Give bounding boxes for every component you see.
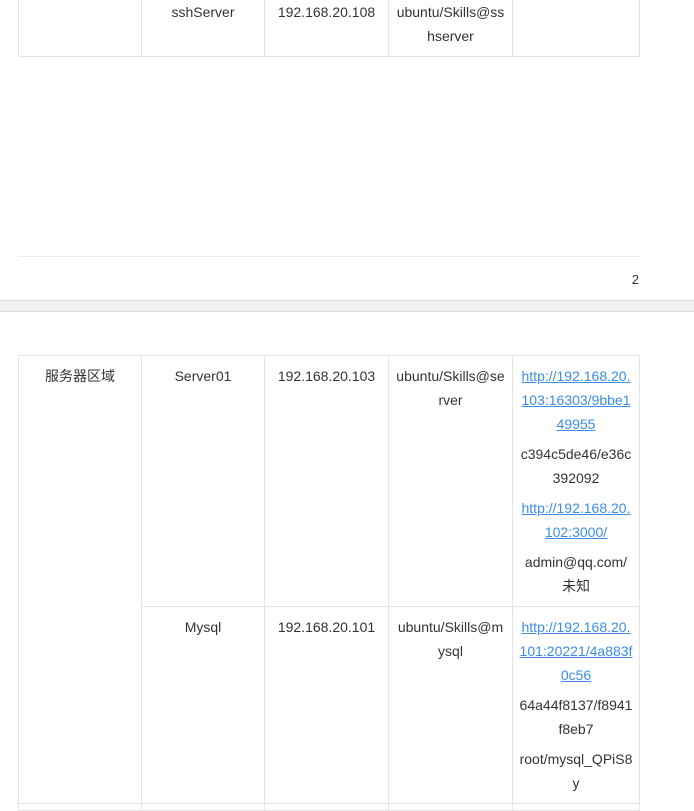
credential-text: root/mysql_QPiS8y: [519, 751, 633, 791]
service-link[interactable]: http://192.168.20.103:16303/9bbe149955: [519, 364, 633, 436]
table-row: sshServer 192.168.20.108 ubuntu/Skills@s…: [18, 0, 640, 57]
service-link[interactable]: http://192.168.20.101:20221/4a883f0c56: [519, 615, 633, 687]
server-name-cell: sshServer: [141, 0, 265, 57]
document-page-1: sshServer 192.168.20.108 ubuntu/Skills@s…: [0, 0, 694, 300]
page-number: 2: [631, 272, 639, 287]
server-name-cell: [141, 803, 265, 811]
server-table: 服务器区域 Server01 192.168.20.103 ubuntu/Ski…: [18, 355, 640, 811]
notes-cell: http://192.168.20.103:16303/9bbe149955 c…: [512, 355, 640, 607]
document-page-2: 服务器区域 Server01 192.168.20.103 ubuntu/Ski…: [0, 312, 694, 811]
ip-cell: 192.168.20.108: [264, 0, 389, 57]
ip-cell: [264, 803, 389, 811]
account-cell: ubuntu/Skills@sshserver: [388, 0, 513, 57]
server-table-continued: sshServer 192.168.20.108 ubuntu/Skills@s…: [18, 0, 640, 57]
page-break: [0, 300, 694, 312]
region-cell: [18, 0, 142, 57]
credential-text: 64a44f8137/f8941f8eb7: [519, 697, 633, 737]
server-name-cell: Server01: [141, 355, 265, 607]
credential-text: c394c5de46/e36c392092: [520, 446, 632, 486]
ip-cell: 192.168.20.101: [264, 606, 389, 804]
region-cell: 服务器区域: [18, 355, 142, 804]
server-name-cell: Mysql: [141, 606, 265, 804]
account-cell: ubuntu/Skills@server: [388, 355, 513, 607]
ip-cell: 192.168.20.103: [264, 355, 389, 607]
footer-divider: [18, 256, 640, 257]
notes-cell: [512, 0, 640, 57]
account-cell: [388, 803, 513, 811]
table-row: 服务器区域 Server01 192.168.20.103 ubuntu/Ski…: [18, 355, 640, 804]
notes-cell: [512, 803, 640, 811]
account-cell: ubuntu/Skills@mysql: [388, 606, 513, 804]
table-row: [18, 803, 640, 811]
notes-cell: http://192.168.20.101:20221/4a883f0c56 6…: [512, 606, 640, 804]
credential-text: admin@qq.com/未知: [524, 554, 628, 594]
region-cell: [18, 803, 142, 811]
service-link[interactable]: http://192.168.20.102:3000/: [519, 496, 633, 544]
